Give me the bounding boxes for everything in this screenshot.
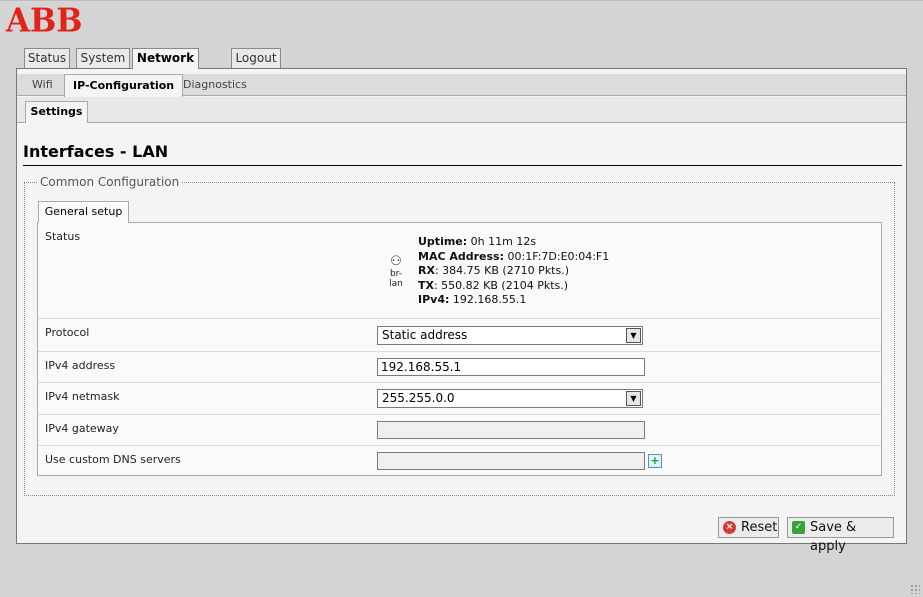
- abb-logo: ABB: [6, 2, 83, 40]
- chevron-down-icon[interactable]: ▼: [626, 391, 641, 406]
- section-legend: Common Configuration: [37, 175, 183, 189]
- ipv4-gateway-row: IPv4 gateway: [38, 415, 881, 446]
- ipv4-address-input[interactable]: [377, 358, 645, 376]
- save-apply-button[interactable]: ✓ Save & apply: [787, 517, 894, 554]
- custom-dns-label: Use custom DNS servers: [45, 453, 181, 466]
- general-setup-panel: Status ⚇ br-lan Uptime: 0h 11m 12s MAC A…: [37, 222, 882, 476]
- page-title: Interfaces - LAN: [23, 142, 902, 166]
- protocol-select[interactable]: Static address ▼: [377, 326, 643, 345]
- custom-dns-row: Use custom DNS servers +: [38, 446, 881, 477]
- subtab-wifi[interactable]: Wifi: [24, 74, 61, 96]
- uptime-line: Uptime: 0h 11m 12s: [418, 235, 537, 248]
- subtab-ip-configuration[interactable]: IP-Configuration: [64, 74, 184, 97]
- subtab-diagnostics[interactable]: Diagnostics: [175, 74, 255, 96]
- ipv4-netmask-select[interactable]: 255.255.0.0 ▼: [377, 389, 643, 408]
- settings-bar: Settings: [17, 97, 906, 123]
- content-panel: Wifi IP-Configuration Diagnostics Settin…: [16, 68, 907, 554]
- ipv4-netmask-row: IPv4 netmask 255.255.0.0 ▼: [38, 383, 881, 415]
- tab-status[interactable]: Status: [24, 48, 70, 68]
- sub-navigation: Wifi IP-Configuration Diagnostics: [17, 74, 906, 97]
- ipv4-gateway-input[interactable]: [377, 421, 645, 439]
- custom-dns-input[interactable]: [377, 452, 645, 470]
- tab-settings[interactable]: Settings: [25, 101, 88, 123]
- tab-network[interactable]: Network: [132, 48, 199, 69]
- ipv4-address-row: IPv4 address: [38, 352, 881, 383]
- resize-grip-icon[interactable]: [910, 584, 920, 594]
- protocol-row: Protocol Static address ▼: [38, 319, 881, 352]
- status-details: Uptime: 0h 11m 12s MAC Address: 00:1F:7D…: [418, 235, 609, 308]
- network-interface-icon: ⚇ br-lan: [384, 255, 408, 290]
- common-configuration-section: Common Configuration General setup Statu…: [24, 175, 895, 496]
- reset-icon: ×: [723, 521, 736, 534]
- rx-line: RX: 384.75 KB (2710 Pkts.): [418, 264, 570, 277]
- chevron-down-icon[interactable]: ▼: [626, 328, 641, 343]
- interface-caption: br-lan: [389, 269, 403, 289]
- ipv4-line: IPv4: 192.168.55.1: [418, 293, 527, 306]
- save-icon: ✓: [792, 521, 805, 534]
- ipv4-address-label: IPv4 address: [45, 359, 116, 372]
- tab-logout[interactable]: Logout: [231, 48, 281, 68]
- mac-line: MAC Address: 00:1F:7D:E0:04:F1: [418, 249, 610, 263]
- protocol-label: Protocol: [45, 326, 90, 339]
- top-edge: [0, 0, 923, 1]
- status-label: Status: [45, 230, 81, 243]
- tab-system[interactable]: System: [76, 48, 130, 68]
- status-row: Status ⚇ br-lan Uptime: 0h 11m 12s MAC A…: [38, 223, 881, 319]
- reset-button[interactable]: × Reset: [718, 517, 779, 538]
- tx-line: TX: 550.82 KB (2104 Pkts.): [418, 278, 569, 292]
- ipv4-netmask-label: IPv4 netmask: [45, 390, 120, 403]
- add-entry-icon[interactable]: +: [648, 454, 662, 468]
- tab-general-setup[interactable]: General setup: [38, 201, 129, 223]
- ipv4-gateway-label: IPv4 gateway: [45, 422, 119, 435]
